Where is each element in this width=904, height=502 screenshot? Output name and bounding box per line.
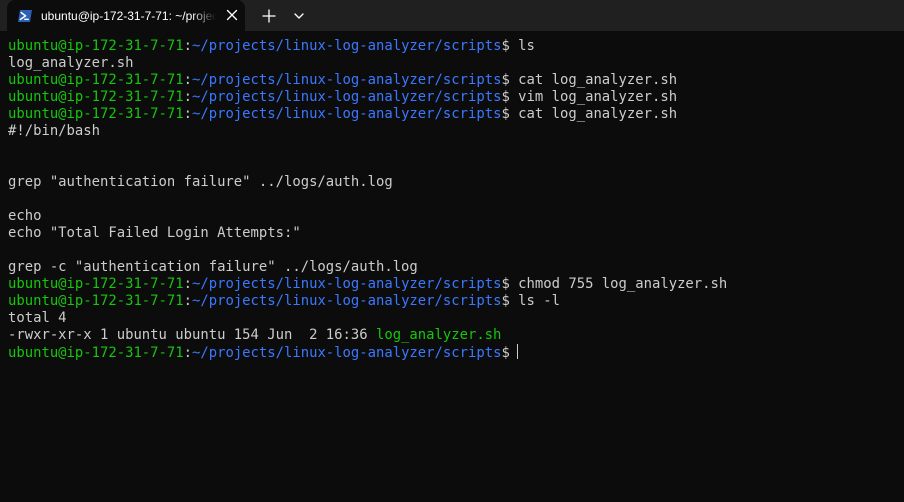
prompt-path: ~/projects/linux-log-analyzer/scripts xyxy=(192,38,502,54)
prompt-line: ubuntu@ip-172-31-7-71:~/projects/linux-l… xyxy=(8,72,904,89)
output-text: echo "Total Failed Login Attempts:" xyxy=(8,225,301,241)
prompt-path: ~/projects/linux-log-analyzer/scripts xyxy=(192,89,502,105)
output-line: grep -c "authentication failure" ../logs… xyxy=(8,259,904,276)
prompt-line: ubuntu@ip-172-31-7-71:~/projects/linux-l… xyxy=(8,276,904,293)
prompt-symbol: $ xyxy=(501,345,510,361)
prompt-path: ~/projects/linux-log-analyzer/scripts xyxy=(192,276,502,292)
terminal-output[interactable]: ubuntu@ip-172-31-7-71:~/projects/linux-l… xyxy=(8,38,904,502)
prompt-symbol: $ xyxy=(501,38,510,54)
prompt-separator: : xyxy=(183,89,192,105)
output-text: total 4 xyxy=(8,310,67,326)
prompt-path: ~/projects/linux-log-analyzer/scripts xyxy=(192,72,502,88)
prompt-line: ubuntu@ip-172-31-7-71:~/projects/linux-l… xyxy=(8,293,904,310)
prompt-symbol: $ xyxy=(501,72,510,88)
output-text: log_analyzer.sh xyxy=(8,55,134,71)
tab-title: ubuntu@ip-172-31-7-71: ~/projects/linux-… xyxy=(41,9,216,23)
prompt-separator: : xyxy=(183,293,192,309)
prompt-user-host: ubuntu@ip-172-31-7-71 xyxy=(8,276,184,292)
command-text: cat log_analyzer.sh xyxy=(509,72,678,88)
prompt-symbol: $ xyxy=(501,276,510,292)
output-text: #!/bin/bash xyxy=(8,123,100,139)
prompt-symbol: $ xyxy=(501,106,510,122)
output-text: grep "authentication failure" ../logs/au… xyxy=(8,174,393,190)
command-text: chmod 755 log_analyzer.sh xyxy=(509,276,728,292)
close-icon[interactable] xyxy=(224,7,240,23)
prompt-path: ~/projects/linux-log-analyzer/scripts xyxy=(192,293,502,309)
tab-active[interactable]: ubuntu@ip-172-31-7-71: ~/projects/linux-… xyxy=(7,0,245,31)
prompt-separator: : xyxy=(183,38,192,54)
prompt-path: ~/projects/linux-log-analyzer/scripts xyxy=(192,345,502,361)
prompt-symbol: $ xyxy=(501,89,510,105)
prompt-line: ubuntu@ip-172-31-7-71:~/projects/linux-l… xyxy=(8,38,904,55)
output-line: log_analyzer.sh xyxy=(8,55,904,72)
terminal-window: ubuntu@ip-172-31-7-71: ~/projects/linux-… xyxy=(0,0,904,502)
prompt-path: ~/projects/linux-log-analyzer/scripts xyxy=(192,106,502,122)
prompt-user-host: ubuntu@ip-172-31-7-71 xyxy=(8,293,184,309)
active-prompt-line: ubuntu@ip-172-31-7-71:~/projects/linux-l… xyxy=(8,344,904,361)
prompt-separator: : xyxy=(183,72,192,88)
prompt-line: ubuntu@ip-172-31-7-71:~/projects/linux-l… xyxy=(8,89,904,106)
output-line: echo "Total Failed Login Attempts:" xyxy=(8,225,904,242)
new-tab-plus-icon[interactable] xyxy=(260,7,278,25)
prompt-line: ubuntu@ip-172-31-7-71:~/projects/linux-l… xyxy=(8,106,904,123)
powershell-prompt-icon xyxy=(18,10,32,22)
prompt-separator: : xyxy=(183,106,192,122)
output-line: total 4 xyxy=(8,310,904,327)
listing-line: -rwxr-xr-x 1 ubuntu ubuntu 154 Jun 2 16:… xyxy=(8,327,904,344)
chevron-down-icon[interactable] xyxy=(291,8,307,24)
listing-details: -rwxr-xr-x 1 ubuntu ubuntu 154 Jun 2 16:… xyxy=(8,327,376,343)
command-text: vim log_analyzer.sh xyxy=(509,89,678,105)
text-cursor xyxy=(516,344,518,359)
command-text: ls xyxy=(509,38,535,54)
output-text: grep -c "authentication failure" ../logs… xyxy=(8,259,418,275)
prompt-user-host: ubuntu@ip-172-31-7-71 xyxy=(8,89,184,105)
prompt-user-host: ubuntu@ip-172-31-7-71 xyxy=(8,72,184,88)
prompt-user-host: ubuntu@ip-172-31-7-71 xyxy=(8,38,184,54)
prompt-separator: : xyxy=(183,345,192,361)
executable-filename: log_analyzer.sh xyxy=(375,327,502,343)
prompt-symbol: $ xyxy=(501,293,510,309)
prompt-user-host: ubuntu@ip-172-31-7-71 xyxy=(8,106,184,122)
output-line: grep "authentication failure" ../logs/au… xyxy=(8,174,904,191)
prompt-user-host: ubuntu@ip-172-31-7-71 xyxy=(8,345,184,361)
command-text: cat log_analyzer.sh xyxy=(509,106,678,122)
tab-bar: ubuntu@ip-172-31-7-71: ~/projects/linux-… xyxy=(0,0,904,31)
output-line: #!/bin/bash xyxy=(8,123,904,140)
command-text: ls -l xyxy=(509,293,560,309)
output-line: echo xyxy=(8,208,904,225)
prompt-separator: : xyxy=(183,276,192,292)
output-text: echo xyxy=(8,208,42,224)
